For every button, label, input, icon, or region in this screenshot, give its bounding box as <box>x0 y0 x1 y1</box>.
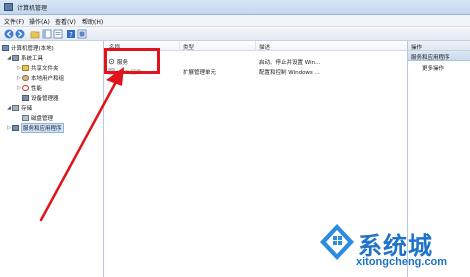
back-icon[interactable] <box>4 29 14 39</box>
menu-bar: 文件(F) 操作(A) 查看(V) 帮助(H) <box>0 15 470 27</box>
disk-management-icon <box>22 115 29 121</box>
forward-icon[interactable] <box>15 29 25 39</box>
computer-management-icon <box>2 45 9 51</box>
column-header-description[interactable]: 描述 <box>259 43 270 51</box>
tree-item-storage[interactable]: ◢ 存储 <box>6 104 32 112</box>
tree-item-system-tools[interactable]: ◢ 系统工具 <box>6 54 43 62</box>
tree-item-label: 性能 <box>31 86 43 92</box>
up-folder-icon[interactable] <box>30 29 40 39</box>
tree-item-label: 计算机管理(本地) <box>11 46 54 52</box>
column-divider[interactable] <box>179 41 180 51</box>
tree-item-performance[interactable]: ▷ 性能 <box>16 84 42 92</box>
list-item-type: 扩展管理单元 <box>183 70 217 76</box>
menu-help[interactable]: 帮助(H) <box>82 17 103 26</box>
actions-section-services-and-applications[interactable]: 服务和应用程序 <box>408 51 470 61</box>
storage-icon <box>12 105 19 111</box>
tree-item-label: 存储 <box>21 106 33 112</box>
computer-management-icon <box>4 3 13 11</box>
actions-header: 操作 <box>408 41 470 51</box>
toolbar: ? <box>0 27 470 41</box>
xitongcheng-logo-icon <box>320 224 354 260</box>
svg-text:?: ? <box>69 31 73 39</box>
more-actions-link[interactable]: 更多操作 <box>422 64 444 72</box>
show-hide-tree-icon[interactable] <box>42 29 52 39</box>
tree-item-label: 磁盘管理 <box>31 116 54 122</box>
window-title: 计算机管理 <box>17 5 48 12</box>
menu-view[interactable]: 查看(V) <box>55 17 76 26</box>
properties-icon[interactable] <box>77 29 87 39</box>
tree-item-label: 服务和应用程序 <box>21 123 64 133</box>
column-divider[interactable] <box>255 41 256 51</box>
users-icon <box>22 75 29 81</box>
tree-item-services-and-applications[interactable]: ▷ 服务和应用程序 <box>6 123 64 133</box>
tree-item-shared-folders[interactable]: ▷ 共享文件夹 <box>16 64 59 72</box>
device-manager-icon <box>22 95 29 101</box>
title-bar: 计算机管理 <box>0 0 470 15</box>
help-icon[interactable]: ? <box>66 29 76 39</box>
tree-item-disk-management[interactable]: 磁盘管理 <box>22 114 53 122</box>
tree-item-device-manager[interactable]: 设备管理器 <box>22 94 59 102</box>
performance-icon <box>22 85 29 91</box>
watermark-url: xitongcheng.com <box>356 256 448 268</box>
menu-action[interactable]: 操作(A) <box>29 17 50 26</box>
services-apps-icon <box>12 125 19 131</box>
column-header-type[interactable]: 类型 <box>183 43 194 51</box>
shared-folder-icon <box>22 65 29 71</box>
tree-item-label: 系统工具 <box>21 56 44 62</box>
tools-icon <box>12 55 19 61</box>
tree-item-computer-management[interactable]: 计算机管理(本地) <box>2 44 54 52</box>
watermark-logo: 系统城 xitongcheng.com <box>318 222 468 277</box>
list-item-description: 配置和控制 Windows ... <box>259 70 320 76</box>
tree-item-local-users[interactable]: ▷ 本地用户和组 <box>16 74 64 82</box>
list-view-icon[interactable] <box>53 29 63 39</box>
highlight-box <box>104 48 160 74</box>
tree-item-label: 设备管理器 <box>31 96 59 102</box>
menu-file[interactable]: 文件(F) <box>4 17 24 26</box>
list-item-description: 启动、停止并设置 Win... <box>259 60 321 66</box>
tree-item-label: 本地用户和组 <box>31 76 65 82</box>
navigation-tree: 计算机管理(本地) ◢ 系统工具 ▷ 共享文件夹 ▷ 本地用户和组 ▷ 性能 设… <box>0 41 104 277</box>
tree-item-label: 共享文件夹 <box>31 66 59 72</box>
